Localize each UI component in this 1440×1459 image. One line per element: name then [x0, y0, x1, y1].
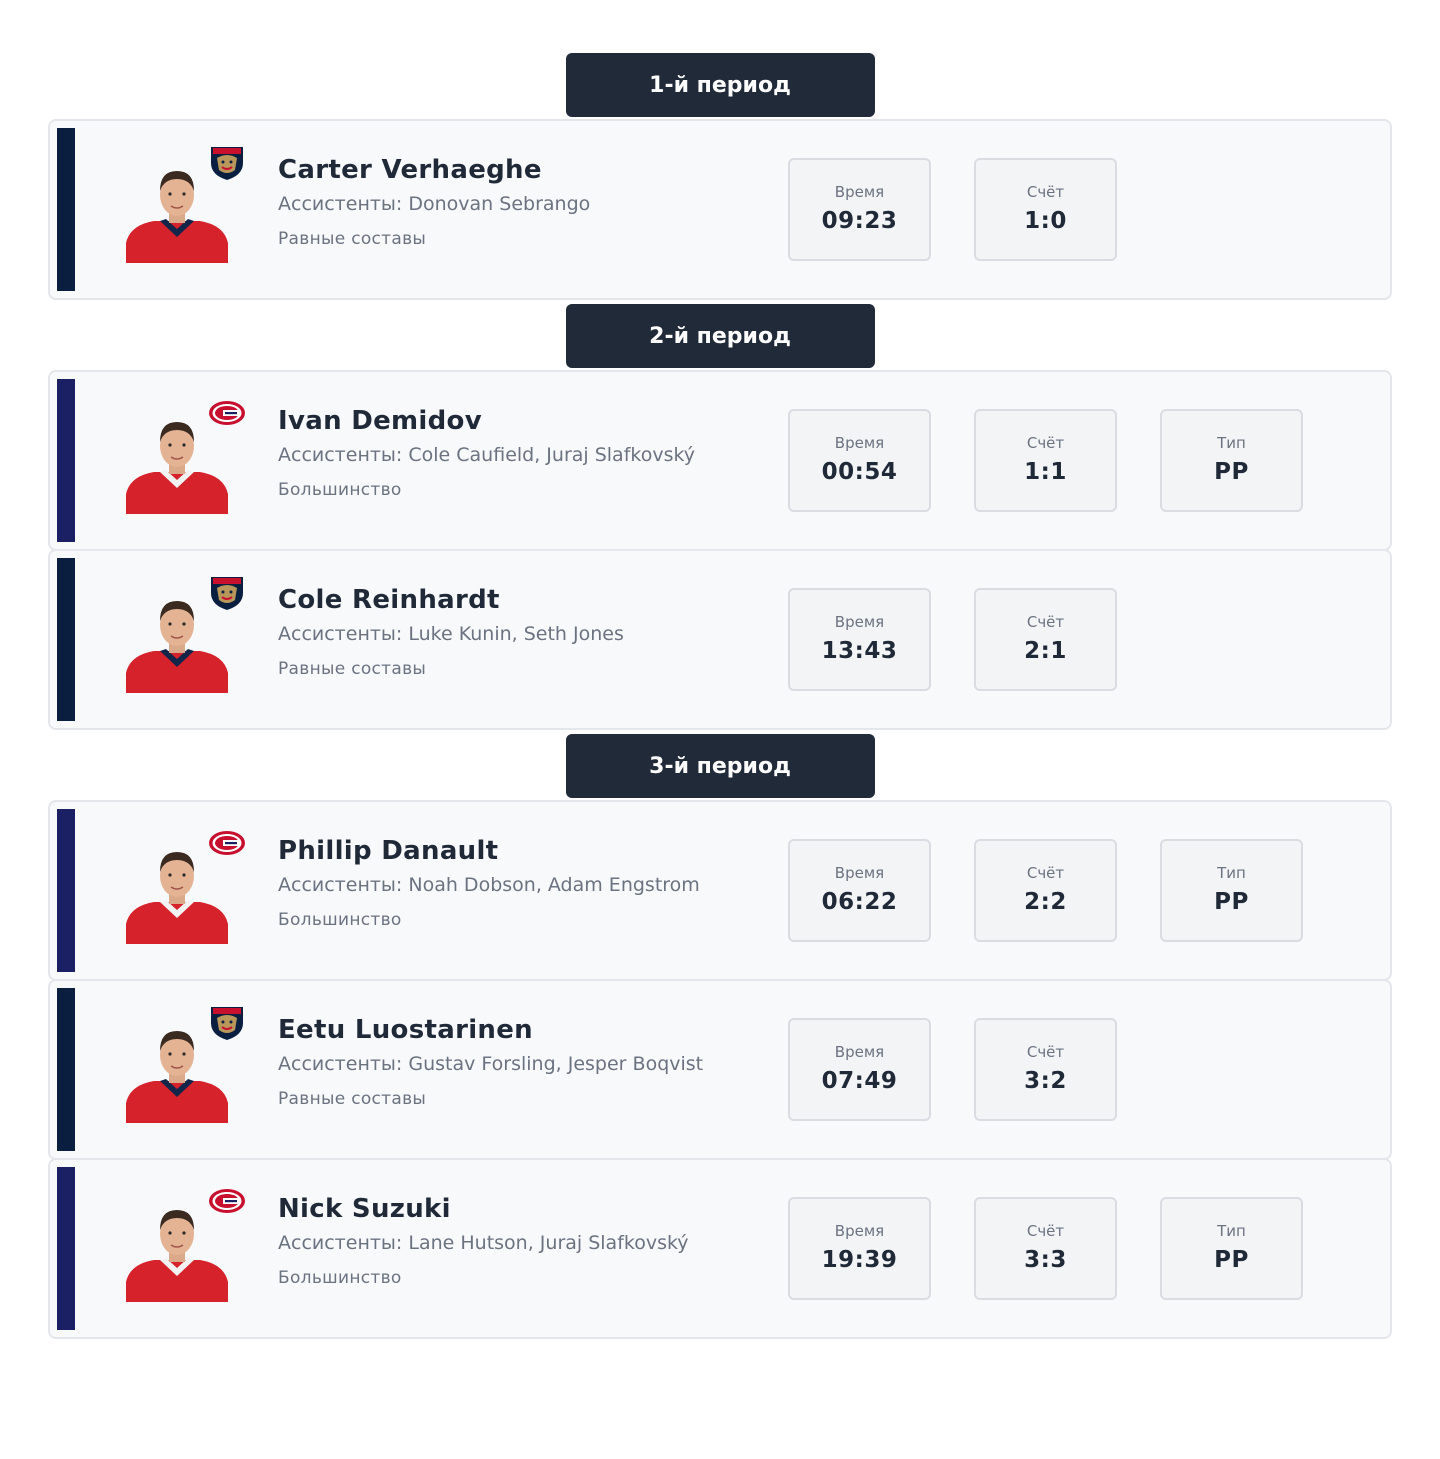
period-header: 1-й период: [565, 53, 875, 117]
time-stat-box: Время 00:54: [788, 409, 931, 512]
time-value: 19:39: [821, 1247, 898, 1273]
score-stat-box: Счёт 1:0: [974, 158, 1117, 261]
goal-info: Eetu Luostarinen Ассистенты: Gustav Forsl…: [278, 1014, 778, 1110]
time-value: 13:43: [821, 638, 898, 664]
score-stat-box: Счёт 1:1: [974, 409, 1117, 512]
strength-text: Большинство: [278, 1268, 402, 1288]
score-label: Счёт: [1026, 1222, 1065, 1240]
type-label: Тип: [1217, 434, 1246, 452]
goal-card: Eetu Luostarinen Ассистенты: Gustav Forsl…: [48, 979, 1392, 1160]
score-stat-box: Счёт 2:1: [974, 588, 1117, 691]
score-stat-box: Счёт 3:3: [974, 1197, 1117, 1300]
type-value: PP: [1214, 889, 1249, 915]
score-value: 2:2: [1024, 889, 1067, 915]
florida-panthers-logo-icon: [208, 573, 246, 611]
team-accent-bar: [57, 128, 75, 291]
time-value: 09:23: [821, 208, 898, 234]
type-label: Тип: [1217, 1222, 1246, 1240]
period-section: 3-й период Phillip Danault Ассистенты: Noa…: [48, 734, 1392, 1339]
period-section: 1-й период Carter Verhaeghe Ассистенты: Do…: [48, 53, 1392, 300]
score-value: 3:3: [1024, 1247, 1067, 1273]
time-stat-box: Время 07:49: [788, 1018, 931, 1121]
florida-panthers-logo-icon: [208, 143, 246, 181]
score-value: 1:1: [1024, 459, 1067, 485]
period-section: 2-й период Ivan Demidov Ассистенты: Cole C…: [48, 304, 1392, 730]
goal-info: Nick Suzuki Ассистенты: Lane Hutson, Jura…: [278, 1193, 778, 1289]
time-value: 06:22: [821, 889, 898, 915]
goal-info: Ivan Demidov Ассистенты: Cole Caufield, J…: [278, 405, 778, 501]
score-label: Счёт: [1026, 864, 1065, 882]
montreal-canadiens-logo-icon: [208, 1182, 246, 1220]
type-stat-box: Тип PP: [1160, 409, 1303, 512]
goal-info: Carter Verhaeghe Ассистенты: Donovan Sebr…: [278, 154, 778, 250]
score-label: Счёт: [1026, 1043, 1065, 1061]
time-stat-box: Время 19:39: [788, 1197, 931, 1300]
scorer-name: Eetu Luostarinen: [278, 1015, 533, 1045]
assists-text: Ассистенты: Lane Hutson, Juraj Slafkovsk…: [278, 1232, 689, 1254]
strength-text: Равные составы: [278, 1089, 427, 1109]
type-value: PP: [1214, 459, 1249, 485]
team-accent-bar: [57, 1167, 75, 1330]
assists-text: Ассистенты: Cole Caufield, Juraj Slafkov…: [278, 444, 696, 466]
goal-info: Phillip Danault Ассистенты: Noah Dobson, …: [278, 835, 778, 931]
score-label: Счёт: [1026, 434, 1065, 452]
montreal-canadiens-logo-icon: [208, 394, 246, 432]
team-accent-bar: [57, 988, 75, 1151]
type-label: Тип: [1217, 864, 1246, 882]
score-label: Счёт: [1026, 613, 1065, 631]
strength-text: Большинство: [278, 910, 402, 930]
type-value: PP: [1214, 1247, 1249, 1273]
time-stat-box: Время 09:23: [788, 158, 931, 261]
time-label: Время: [834, 1222, 885, 1240]
score-stat-box: Счёт 3:2: [974, 1018, 1117, 1121]
team-accent-bar: [57, 379, 75, 542]
score-value: 2:1: [1024, 638, 1067, 664]
time-label: Время: [834, 183, 885, 201]
goal-card: Nick Suzuki Ассистенты: Lane Hutson, Jura…: [48, 1158, 1392, 1339]
goals-timeline: 1-й период Carter Verhaeghe Ассистенты: Do…: [48, 53, 1392, 1339]
team-accent-bar: [57, 558, 75, 721]
florida-panthers-logo-icon: [208, 1003, 246, 1041]
scorer-name: Nick Suzuki: [278, 1194, 451, 1224]
strength-text: Равные составы: [278, 659, 427, 679]
time-stat-box: Время 13:43: [788, 588, 931, 691]
score-value: 1:0: [1024, 208, 1067, 234]
strength-text: Равные составы: [278, 229, 427, 249]
period-header: 3-й период: [565, 734, 875, 798]
goal-card: Phillip Danault Ассистенты: Noah Dobson, …: [48, 800, 1392, 981]
scorer-name: Cole Reinhardt: [278, 585, 500, 615]
team-accent-bar: [57, 809, 75, 972]
assists-text: Ассистенты: Gustav Forsling, Jesper Boqv…: [278, 1053, 704, 1075]
goal-card: Carter Verhaeghe Ассистенты: Donovan Sebr…: [48, 119, 1392, 300]
period-header: 2-й период: [565, 304, 875, 368]
assists-text: Ассистенты: Donovan Sebrango: [278, 193, 591, 215]
goal-info: Cole Reinhardt Ассистенты: Luke Kunin, Se…: [278, 584, 778, 680]
score-value: 3:2: [1024, 1068, 1067, 1094]
time-label: Время: [834, 434, 885, 452]
time-stat-box: Время 06:22: [788, 839, 931, 942]
montreal-canadiens-logo-icon: [208, 824, 246, 862]
goal-card: Ivan Demidov Ассистенты: Cole Caufield, J…: [48, 370, 1392, 551]
type-stat-box: Тип PP: [1160, 1197, 1303, 1300]
assists-text: Ассистенты: Luke Kunin, Seth Jones: [278, 623, 624, 645]
time-label: Время: [834, 1043, 885, 1061]
time-label: Время: [834, 864, 885, 882]
time-value: 00:54: [821, 459, 898, 485]
scorer-name: Ivan Demidov: [278, 406, 482, 436]
assists-text: Ассистенты: Noah Dobson, Adam Engstrom: [278, 874, 700, 896]
type-stat-box: Тип PP: [1160, 839, 1303, 942]
time-value: 07:49: [821, 1068, 898, 1094]
score-stat-box: Счёт 2:2: [974, 839, 1117, 942]
time-label: Время: [834, 613, 885, 631]
goal-card: Cole Reinhardt Ассистенты: Luke Kunin, Se…: [48, 549, 1392, 730]
strength-text: Большинство: [278, 480, 402, 500]
score-label: Счёт: [1026, 183, 1065, 201]
scorer-name: Carter Verhaeghe: [278, 155, 542, 185]
scorer-name: Phillip Danault: [278, 836, 499, 866]
